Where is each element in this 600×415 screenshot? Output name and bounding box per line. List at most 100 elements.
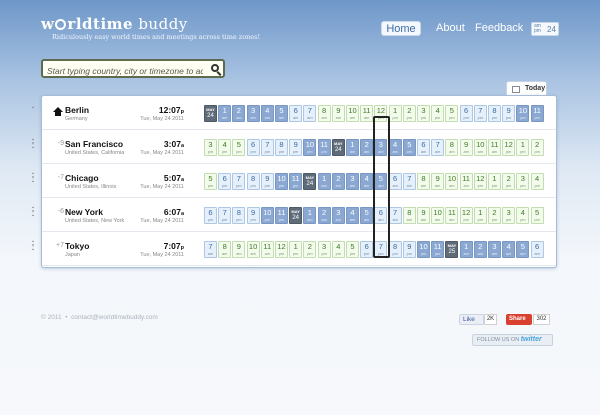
hour-cell[interactable]: 5 pm (232, 139, 246, 156)
timezone-row[interactable]: ▪ × ▪ -9 San Francisco United States, Califor… (32, 130, 556, 164)
date-cell[interactable]: MAY 24 (331, 139, 345, 156)
hour-cell[interactable]: 8 am (417, 173, 430, 190)
nav-about[interactable]: About (436, 22, 465, 34)
hour-cell[interactable]: 11 pm (275, 207, 288, 224)
hour-cell[interactable]: 7 am (204, 241, 217, 258)
hour-cell[interactable]: 1 am (346, 139, 359, 156)
search-input[interactable] (43, 63, 203, 79)
hour-cell[interactable]: 1 pm (473, 207, 487, 224)
hour-cell[interactable]: 6 pm (218, 173, 232, 190)
hour-cell[interactable]: 3 pm (516, 173, 530, 190)
nav-feedback[interactable]: Feedback (475, 22, 523, 34)
hour-cell[interactable]: 10 am (246, 241, 260, 258)
hour-cell[interactable]: 6 am (388, 173, 402, 190)
hour-cell[interactable]: 2 am (360, 139, 374, 156)
city-name[interactable]: Berlin (65, 105, 89, 115)
hour-cell[interactable]: 1 pm (516, 139, 530, 156)
hour-cell[interactable]: 3 pm (417, 105, 430, 122)
hour-cell[interactable]: 2 am (473, 241, 487, 258)
ampm-option[interactable]: am pm (534, 24, 541, 34)
hour-cell[interactable]: 7 am (431, 139, 445, 156)
timezone-row[interactable]: ▪ × ▪ +7 Tokyo Japan 7:07p Tue, May 24 2011 7 am 8… (32, 232, 556, 266)
hour-cell[interactable]: 8 pm (488, 105, 501, 122)
hour-cell[interactable]: 8 am (402, 207, 416, 224)
hour-cell[interactable]: 5 am (275, 105, 288, 122)
hour-cell[interactable]: 1 pm (388, 105, 402, 122)
hour-cell[interactable]: 10 pm (516, 105, 530, 122)
hour-cell[interactable]: 10 pm (275, 173, 288, 190)
hour-cell[interactable]: 4 am (260, 105, 274, 122)
timezone-row[interactable]: ▪ × ▪ -6 New York United States, New York 6:07… (32, 198, 556, 232)
hour-cell[interactable]: 8 pm (275, 139, 288, 156)
hour-cell[interactable]: 9 am (232, 241, 246, 258)
city-name[interactable]: Chicago (65, 173, 99, 183)
hour-cell[interactable]: 5 am (360, 207, 374, 224)
hour-cell[interactable]: 4 am (388, 139, 402, 156)
hour-cell[interactable]: 11 pm (317, 139, 331, 156)
hour-format-toggle[interactable]: am pm 24 (531, 22, 559, 36)
hour-cell[interactable]: 4 pm (431, 105, 445, 122)
hour-cell[interactable]: 3 pm (317, 241, 331, 258)
hour-cell[interactable]: 9 am (417, 207, 430, 224)
hour-cell[interactable]: 7 pm (218, 207, 232, 224)
row-controls[interactable]: ▪ × ▪ (30, 206, 36, 219)
hour-cell[interactable]: 5 am (402, 139, 416, 156)
hour-cell[interactable]: 8 pm (246, 173, 260, 190)
hour-cell[interactable]: 6 am (289, 105, 303, 122)
hour-cell[interactable]: 5 pm (204, 173, 217, 190)
hour-cell[interactable]: 5 am (516, 241, 530, 258)
hour-cell[interactable]: 11 pm (289, 173, 303, 190)
hour-cell[interactable]: 6 pm (246, 139, 260, 156)
hour-cell[interactable]: 5 pm (530, 207, 544, 224)
share-button[interactable]: Share (506, 314, 532, 325)
hour-cell[interactable]: 7 pm (260, 139, 274, 156)
hour-cell[interactable]: 10 am (431, 207, 445, 224)
hour-cell[interactable]: 7 am (388, 207, 402, 224)
hour-cell[interactable]: 3 am (488, 241, 501, 258)
contact-link[interactable]: contact@worldtimebuddy.com (71, 314, 158, 321)
row-controls[interactable]: ▪ (30, 106, 36, 111)
hour-cell[interactable]: 9 pm (289, 139, 303, 156)
hour-cell[interactable]: 8 pm (388, 241, 402, 258)
date-cell[interactable]: MAY 24 (204, 105, 217, 122)
hour-cell[interactable]: 6 pm (459, 105, 473, 122)
hour-cell[interactable]: 4 am (346, 207, 359, 224)
hour-cell[interactable]: 2 am (317, 207, 331, 224)
hour-cell[interactable]: 2 pm (488, 207, 501, 224)
hour-cell[interactable]: 11 pm (530, 105, 544, 122)
hour-cell[interactable]: 4 am (360, 173, 374, 190)
date-cell[interactable]: MAY 24 (289, 207, 303, 224)
hour-cell[interactable]: 3 pm (502, 207, 516, 224)
hour-cell[interactable]: 6 pm (204, 207, 217, 224)
row-controls[interactable]: ▪ × ▪ (30, 138, 36, 151)
hour-cell[interactable]: 1 am (459, 241, 473, 258)
hour-cell[interactable]: 2 pm (502, 173, 516, 190)
date-cell[interactable]: MAY 24 (303, 173, 317, 190)
hour-cell[interactable]: 4 am (502, 241, 516, 258)
city-name[interactable]: Tokyo (65, 241, 89, 251)
hour-cell[interactable]: 10 am (445, 173, 459, 190)
hour-cell[interactable]: 8 pm (232, 207, 246, 224)
today-button[interactable]: Today (506, 81, 547, 96)
h24-option[interactable]: 24 (547, 25, 556, 34)
hour-cell[interactable]: 11 am (445, 207, 459, 224)
hour-cell[interactable]: 9 am (459, 139, 473, 156)
hour-cell[interactable]: 6 am (417, 139, 430, 156)
hour-cell[interactable]: 10 am (473, 139, 487, 156)
timezone-row[interactable]: ▪ Berlin Germany 12:07p Tue, May 24 2011 MAY 2… (32, 96, 556, 130)
date-cell[interactable]: MAY 25 (445, 241, 459, 258)
row-controls[interactable]: ▪ × ▪ (30, 240, 36, 253)
hour-cell[interactable]: 9 pm (260, 173, 274, 190)
hour-cell[interactable]: 2 am (331, 173, 345, 190)
hour-cell[interactable]: 10 pm (303, 139, 317, 156)
hour-cell[interactable]: 11 pm (431, 241, 445, 258)
hour-cell[interactable]: 7 am (303, 105, 317, 122)
hour-cell[interactable]: 12 pm (275, 241, 288, 258)
hour-cell[interactable]: 4 pm (516, 207, 530, 224)
hour-cell[interactable]: 3 pm (204, 139, 217, 156)
hour-cell[interactable]: 12 pm (459, 207, 473, 224)
hour-cell[interactable]: 3 am (246, 105, 260, 122)
hour-cell[interactable]: 10 pm (417, 241, 430, 258)
city-name[interactable]: New York (65, 207, 103, 217)
logo[interactable]: w rldtime buddy (41, 15, 188, 33)
